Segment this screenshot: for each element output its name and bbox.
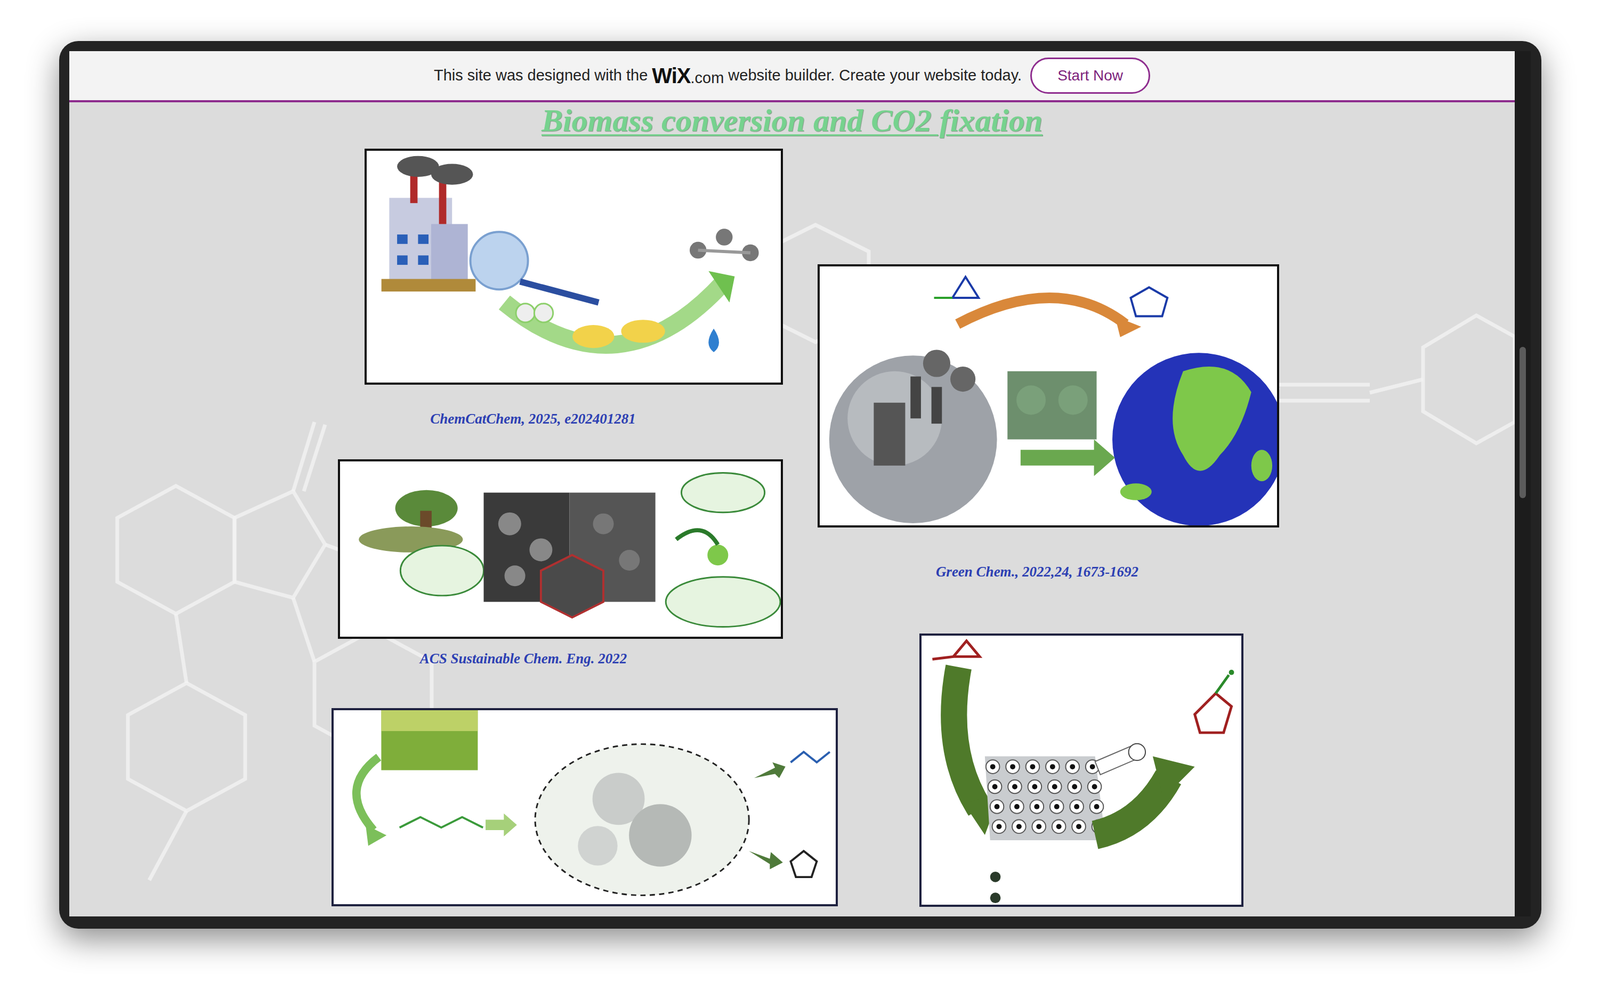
banner-text: website builder. Create your website tod… <box>728 63 1022 88</box>
graphical-abstract[interactable] <box>817 264 1280 528</box>
banner-text: This site was designed with the <box>433 63 648 88</box>
figure-illustration-icon <box>340 461 781 637</box>
figure-caption[interactable]: ChemCatChem, 2025, e202401281 <box>346 410 720 428</box>
figure-caption[interactable]: ACS Sustainable Chem. Eng. 2022 <box>336 650 710 668</box>
figure-illustration-icon <box>366 150 781 383</box>
wix-logo-suffix: .com <box>690 69 725 87</box>
graphical-abstract[interactable] <box>337 459 783 640</box>
graphical-abstract[interactable] <box>364 148 783 385</box>
figure-illustration-icon <box>333 710 836 905</box>
figure-illustration-icon <box>921 635 1242 905</box>
page-title: Biomass conversion and CO2 fixation <box>69 102 1515 140</box>
page-canvas: Biomass conversion and CO2 fixation Chem… <box>69 102 1515 915</box>
start-now-button[interactable]: Start Now <box>1030 57 1151 94</box>
browser-screen: This site was designed with the WiX.com … <box>69 51 1515 917</box>
figure-illustration-icon <box>819 266 1278 526</box>
wix-logo-mark: WiX <box>651 63 691 88</box>
graphical-abstract[interactable] <box>331 708 838 907</box>
wix-banner: This site was designed with the WiX.com … <box>69 51 1515 103</box>
device-frame: This site was designed with the WiX.com … <box>59 41 1542 929</box>
wix-logo[interactable]: WiX.com <box>651 59 724 92</box>
figure-caption[interactable]: Green Chem., 2022,24, 1673-1692 <box>850 563 1224 581</box>
graphical-abstract[interactable] <box>919 633 1244 908</box>
scrollbar-thumb[interactable] <box>1519 346 1526 499</box>
scrollbar[interactable] <box>1514 51 1531 917</box>
